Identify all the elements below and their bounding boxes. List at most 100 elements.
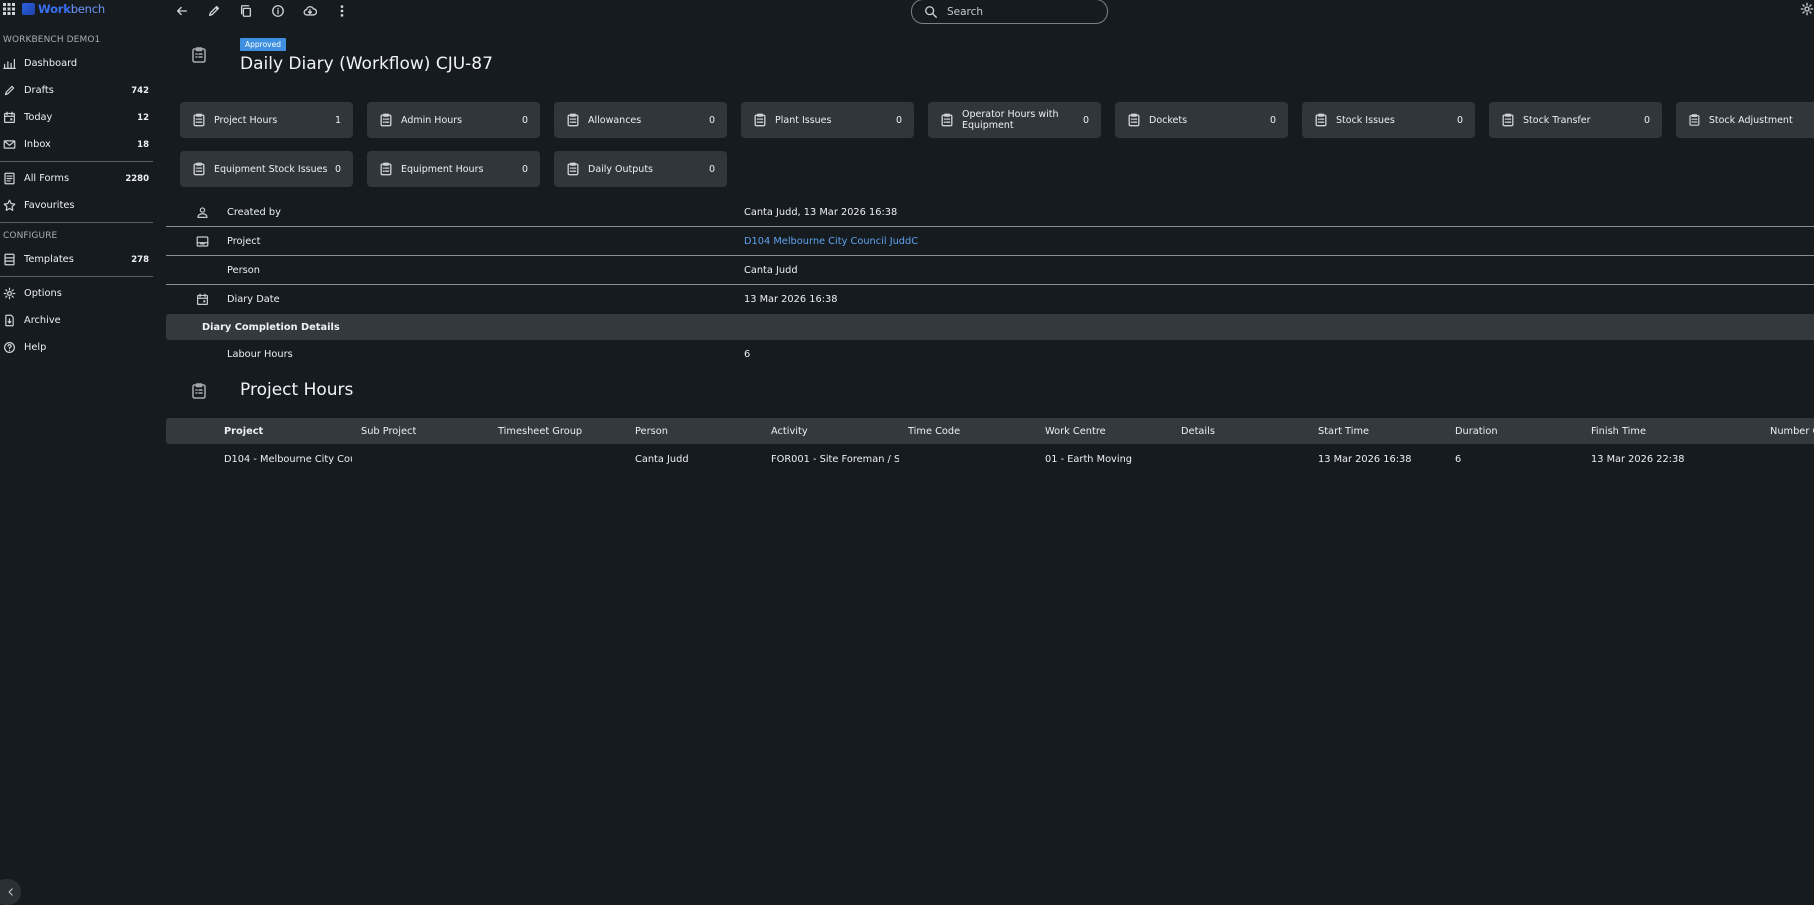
tile-admin-hours[interactable]: Admin Hours 0 — [367, 102, 540, 138]
sidebar-item-inbox[interactable]: Inbox 18 — [0, 131, 153, 158]
collapse-sidebar-button[interactable] — [0, 879, 21, 905]
edit-button[interactable] — [202, 2, 225, 19]
sidebar-item-label: Dashboard — [24, 58, 78, 69]
tile-project-hours[interactable]: Project Hours 1 — [180, 102, 353, 138]
column-header[interactable]: Details — [1181, 426, 1215, 437]
sidebar-item-label: Favourites — [24, 200, 75, 211]
sidebar-item-today[interactable]: Today 12 — [0, 104, 153, 131]
sidebar-item-dashboard[interactable]: Dashboard — [0, 50, 153, 77]
column-header[interactable]: Work Centre — [1045, 426, 1106, 437]
tile-daily-outputs[interactable]: Daily Outputs 0 — [554, 151, 727, 187]
workbench-logo[interactable]: Workbench — [22, 0, 105, 18]
sidebar-item-label: Drafts — [24, 85, 54, 96]
tile-label: Project Hours — [214, 114, 278, 126]
column-header[interactable]: Sub Project — [361, 426, 416, 437]
tile-allowances[interactable]: Allowances 0 — [554, 102, 727, 138]
form-fields: Created by Canta Judd, 13 Mar 2026 16:38… — [166, 198, 1814, 369]
clipboard-icon — [193, 113, 205, 127]
column-header[interactable]: Start Time — [1318, 426, 1369, 437]
field-label: Person — [227, 264, 260, 276]
column-header[interactable]: Time Code — [908, 426, 960, 437]
settings-button[interactable] — [1800, 2, 1814, 18]
field-value: Canta Judd — [744, 264, 798, 276]
tile-label: Operator Hours with Equipment — [962, 109, 1059, 131]
more-button[interactable] — [330, 2, 353, 19]
table-row[interactable]: D104 - Melbourne City Counci Canta Judd … — [166, 444, 1814, 474]
column-header[interactable]: Person — [635, 426, 668, 437]
page-title: Daily Diary (Workflow) CJU-87 — [240, 54, 493, 74]
top-bar: Workbench — [0, 0, 1814, 24]
info-button[interactable] — [266, 2, 289, 19]
sidebar-item-all-forms[interactable]: All Forms 2280 — [0, 165, 153, 192]
more-vertical-icon — [340, 4, 343, 17]
clipboard-icon — [567, 162, 579, 176]
column-header[interactable]: Project — [224, 426, 263, 437]
tile-stock-adjustment[interactable]: Stock Adjustment — [1676, 102, 1814, 138]
table-cell: FOR001 - Site Foreman / Supe — [771, 454, 899, 465]
clipboard-icon — [380, 113, 392, 127]
column-header[interactable]: Number O — [1770, 426, 1814, 437]
gear-icon — [3, 287, 16, 300]
sidebar-item-drafts[interactable]: Drafts 742 — [0, 77, 153, 104]
search-input[interactable] — [947, 5, 1097, 18]
person-icon — [196, 206, 209, 219]
tile-operator-hours-with-equipment[interactable]: Operator Hours with Equipment 0 — [928, 102, 1101, 138]
app-grid-icon[interactable] — [3, 3, 15, 15]
status-badge: Approved — [240, 38, 286, 51]
table-cell: D104 - Melbourne City Counci — [224, 454, 352, 465]
column-header[interactable]: Duration — [1455, 426, 1498, 437]
sidebar-item-help[interactable]: Help — [0, 334, 153, 361]
project-hours-table: Project Sub Project Timesheet Group Pers… — [166, 418, 1814, 474]
project-icon — [196, 235, 209, 248]
project-link[interactable]: D104 Melbourne City Council JuddC — [744, 236, 918, 247]
clipboard-icon — [1502, 113, 1514, 127]
sidebar-item-label: Inbox — [24, 139, 51, 150]
sidebar-item-options[interactable]: Options — [0, 280, 153, 307]
field-label: Created by — [227, 206, 281, 218]
tile-dockets[interactable]: Dockets 0 — [1115, 102, 1288, 138]
clipboard-icon — [1128, 113, 1140, 127]
sidebar-divider — [0, 222, 153, 223]
download-button[interactable] — [298, 2, 321, 19]
help-icon — [4, 342, 15, 353]
tile-label: Stock Issues — [1336, 114, 1395, 126]
sidebar-item-label: Archive — [24, 315, 61, 326]
tile-label: Plant Issues — [775, 114, 832, 126]
calendar-icon — [196, 293, 209, 306]
configure-heading: CONFIGURE — [3, 231, 58, 241]
arrow-left-icon — [176, 6, 187, 15]
sidebar: WORKBENCH DEMO1 Dashboard Drafts 742 Tod… — [0, 30, 153, 361]
tile-label: Stock Adjustment — [1708, 114, 1793, 126]
template-icon — [4, 253, 15, 266]
column-header[interactable]: Timesheet Group — [498, 426, 582, 437]
table-cell: 01 - Earth Moving — [1045, 454, 1133, 465]
field-created-by: Created by Canta Judd, 13 Mar 2026 16:38 — [166, 198, 1814, 227]
org-heading: WORKBENCH DEMO1 — [3, 35, 101, 45]
column-header[interactable]: Activity — [771, 426, 808, 437]
sidebar-item-templates[interactable]: Templates 278 — [0, 246, 153, 273]
tile-equipment-hours[interactable]: Equipment Hours 0 — [367, 151, 540, 187]
info-icon — [271, 4, 284, 17]
sidebar-item-archive[interactable]: Archive — [0, 307, 153, 334]
tile-label: Equipment Stock Issues — [214, 163, 328, 175]
tile-stock-issues[interactable]: Stock Issues 0 — [1302, 102, 1475, 138]
mail-icon — [3, 140, 16, 149]
tile-count: 0 — [1643, 114, 1650, 126]
copy-button[interactable] — [234, 2, 257, 19]
calendar-icon — [4, 111, 15, 123]
bar-chart-icon — [3, 58, 16, 69]
tile-count: 0 — [521, 163, 528, 175]
sidebar-item-favourites[interactable]: Favourites — [0, 192, 153, 219]
back-button[interactable] — [170, 2, 193, 19]
tile-plant-issues[interactable]: Plant Issues 0 — [741, 102, 914, 138]
gear-icon — [1800, 2, 1814, 16]
search-icon — [925, 5, 937, 18]
clipboard-icon — [190, 46, 208, 64]
sidebar-item-count: 18 — [137, 139, 149, 150]
tile-label: Stock Transfer — [1523, 114, 1591, 126]
tile-stock-transfer[interactable]: Stock Transfer 0 — [1489, 102, 1662, 138]
tile-equipment-stock-issues[interactable]: Equipment Stock Issues 0 — [180, 151, 353, 187]
column-header[interactable]: Finish Time — [1591, 426, 1646, 437]
table-cell: 13 Mar 2026 16:38 — [1318, 454, 1412, 465]
section-header: Project Hours — [190, 380, 353, 400]
